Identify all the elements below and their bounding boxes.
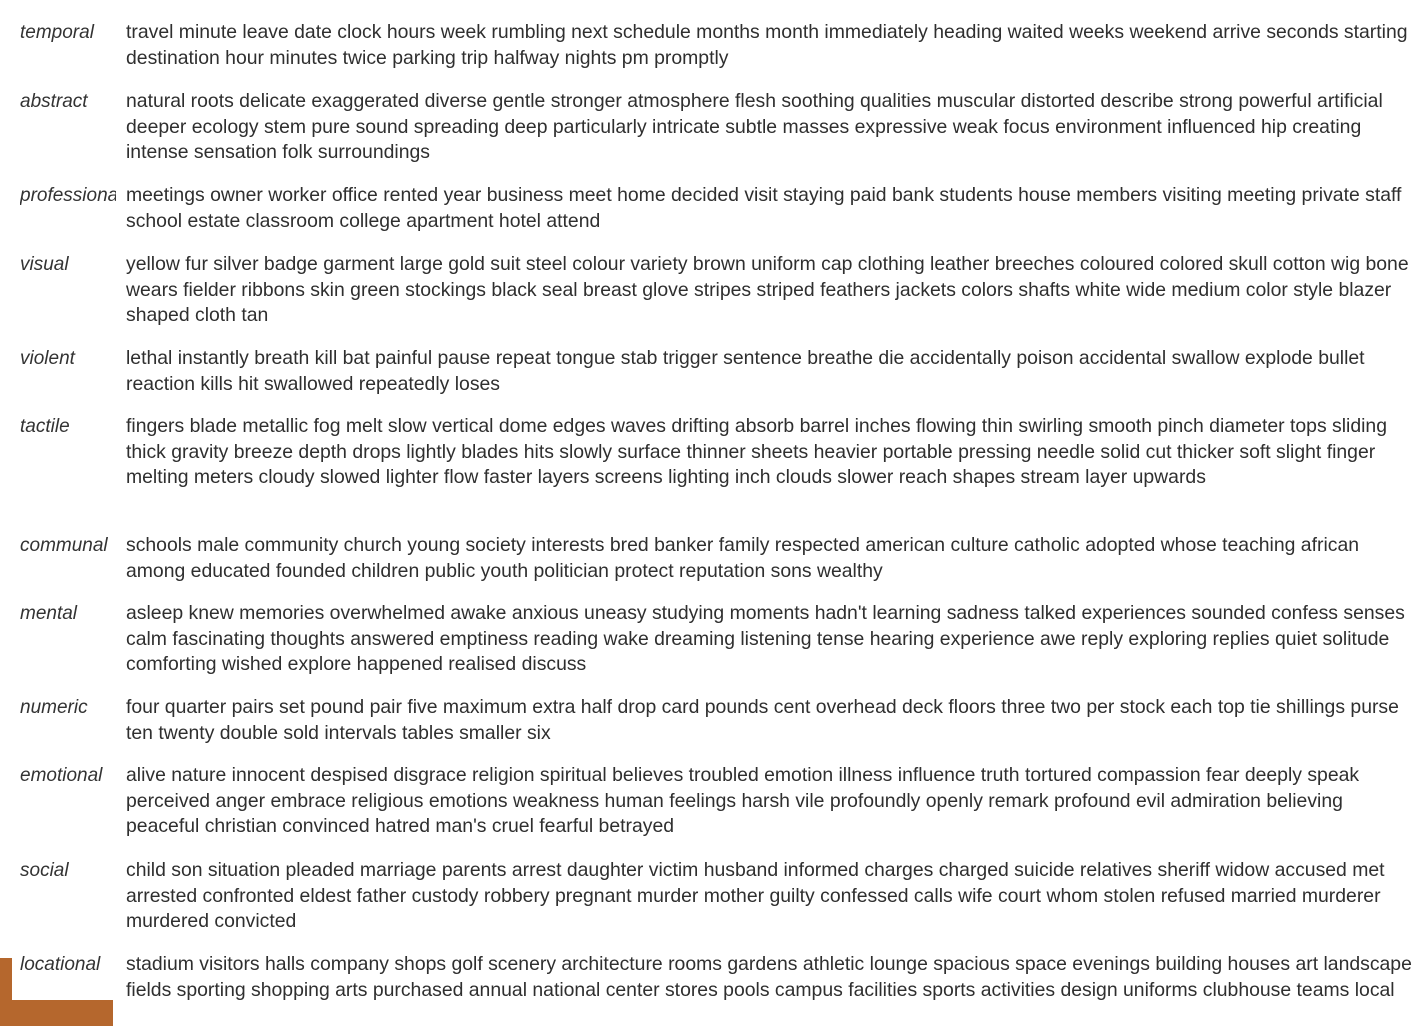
category-label: numeric (20, 697, 88, 718)
category-words: fingers blade metallic fog melt slow ver… (126, 415, 1387, 488)
category-words: alive nature innocent despised disgrace … (126, 764, 1360, 837)
category-label: locational (20, 954, 101, 975)
corner-accent-bar (0, 1000, 113, 1026)
category-words: yellow fur silver badge garment large go… (126, 253, 1409, 326)
category-words: child son situation pleaded marriage par… (126, 859, 1385, 932)
category-label: violent (20, 348, 75, 369)
category-label: abstract (20, 91, 88, 112)
category-label: visual (20, 254, 69, 275)
category-words: schools male community church young soci… (126, 534, 1360, 582)
category-words: four quarter pairs set pound pair five m… (126, 696, 1399, 744)
category-words: stadium visitors halls company shops gol… (126, 953, 1412, 1001)
category-label: temporal (20, 22, 94, 43)
category-words: travel minute leave date clock hours wee… (126, 21, 1408, 69)
category-words: natural roots delicate exaggerated diver… (126, 90, 1383, 163)
category-words: meetings owner worker office rented year… (126, 184, 1402, 232)
category-label: emotional (20, 765, 103, 786)
category-label: mental (20, 603, 78, 624)
category-label: social (20, 860, 69, 881)
category-words: asleep knew memories overwhelmed awake a… (126, 602, 1405, 675)
category-label: tactile (20, 416, 70, 437)
category-words: lethal instantly breath kill bat painful… (126, 347, 1365, 395)
category-label: communal (20, 535, 108, 556)
category-label: professional (20, 185, 116, 206)
